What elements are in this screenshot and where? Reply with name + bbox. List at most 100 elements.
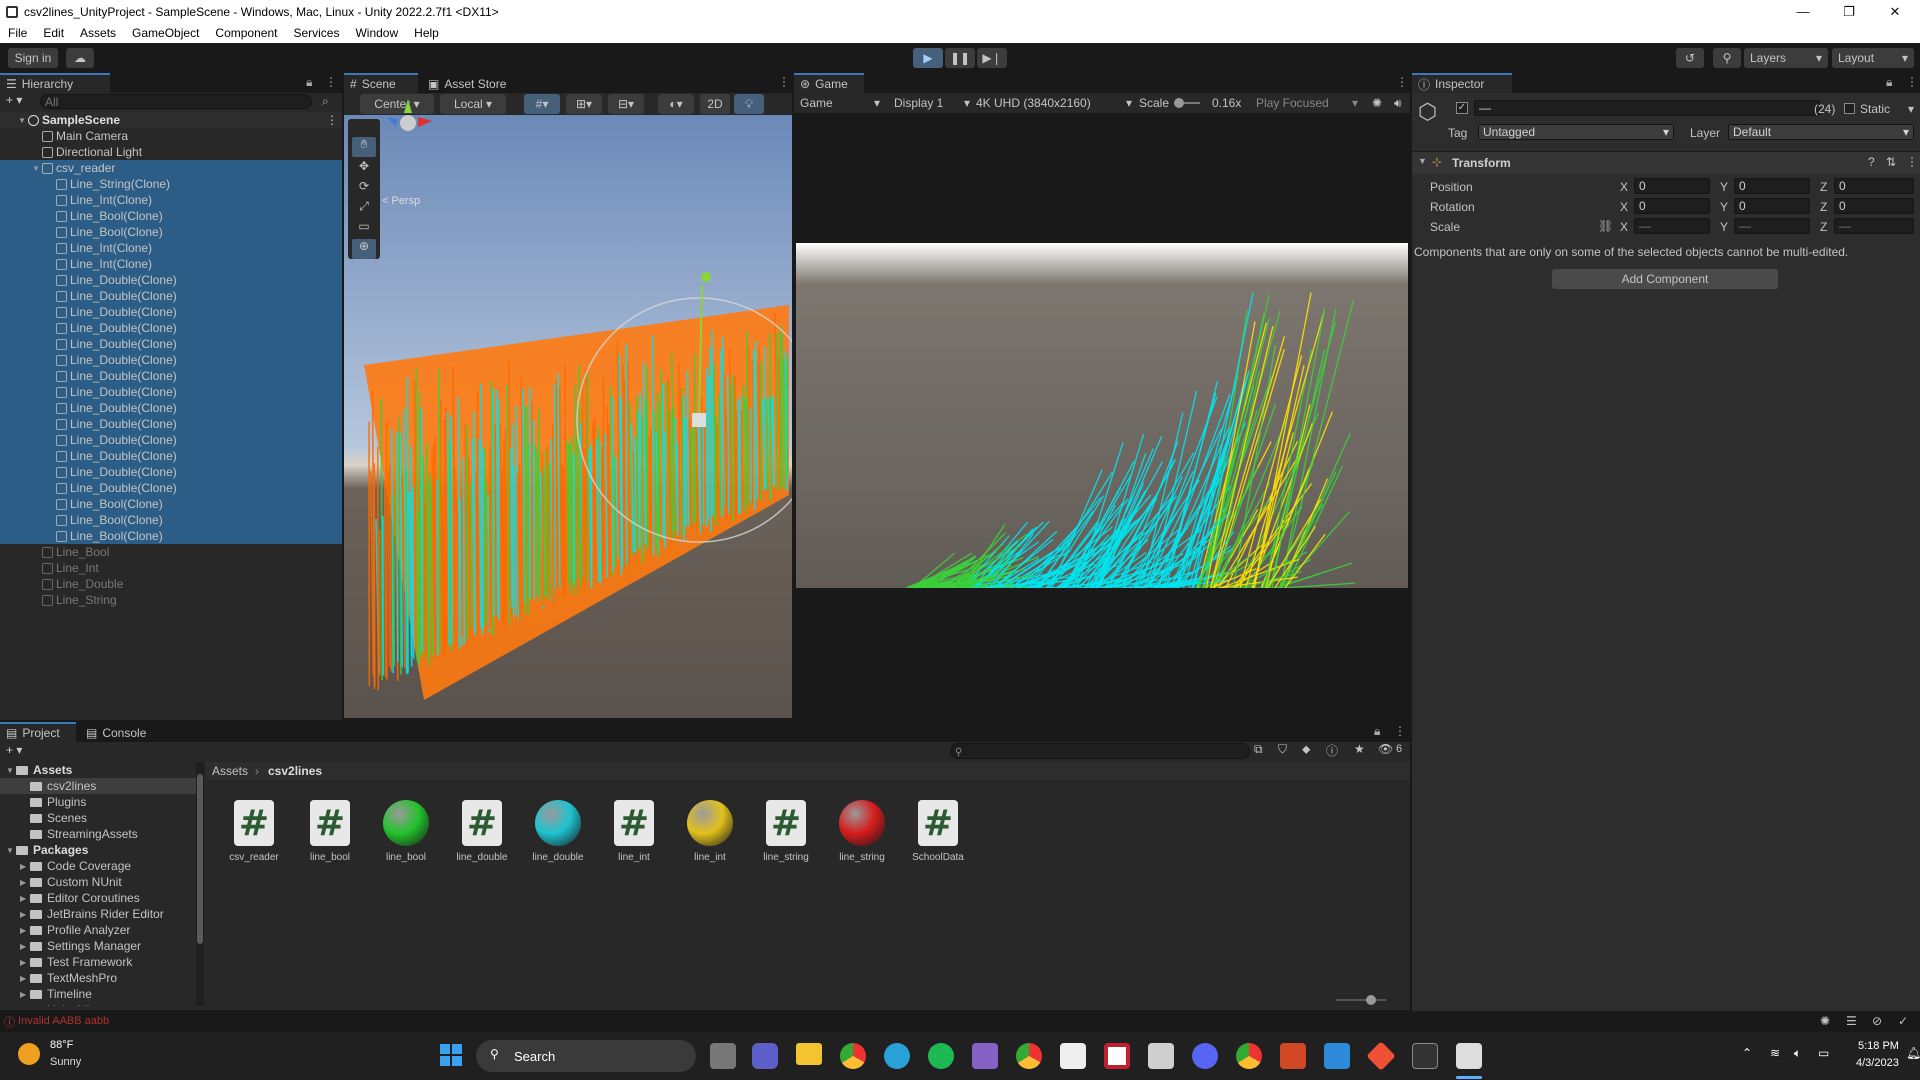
scale-slider[interactable] [1174,98,1200,108]
hierarchy-item[interactable]: Line_Int(Clone) [0,192,342,208]
project-tree-item[interactable]: Plugins [0,794,196,810]
project-tree-item[interactable]: ▶ Custom NUnit [0,874,196,890]
task-view-icon[interactable] [710,1043,736,1069]
add-icon[interactable]: + ▾ [6,743,22,757]
chrome-alt-icon[interactable] [1236,1043,1262,1069]
file-explorer-icon[interactable] [796,1043,822,1065]
kebab-menu-icon[interactable]: ⋮ [325,75,337,89]
hierarchy-item[interactable]: ▼ SampleScene ⋮ [0,112,342,128]
add-icon[interactable]: + ▾ [6,93,22,107]
unity-editor-icon[interactable] [1456,1043,1482,1069]
hierarchy-item[interactable]: Line_Double(Clone) [0,352,342,368]
info-icon[interactable]: ⓘ [1326,742,1338,759]
hierarchy-item[interactable]: Line_Bool(Clone) [0,224,342,240]
history-icon[interactable]: ↺ [1676,48,1704,68]
hierarchy-item[interactable]: Line_Double(Clone) [0,400,342,416]
hierarchy-item[interactable]: Directional Light [0,144,342,160]
rotation-z-field[interactable]: 0 [1834,198,1914,214]
perspective-label[interactable]: < Persp [382,195,420,207]
spotify-icon[interactable] [928,1043,954,1069]
expand-arrow-icon[interactable]: ▶ [20,958,30,967]
tree-scrollbar[interactable] [196,762,204,1006]
chrome-profile-icon[interactable] [1016,1043,1042,1069]
name-field[interactable]: — [1474,100,1820,116]
project-tree-item[interactable]: ▶ JetBrains Rider Editor [0,906,196,922]
project-tree-item[interactable]: ▶ Code Coverage [0,858,196,874]
menu-help[interactable]: Help [406,26,447,40]
display-dropdown[interactable]: Display 1 ▾ [894,96,970,110]
tab-game[interactable]: ⊛ Game [794,73,864,93]
csharp-script-icon[interactable]: # [614,800,654,846]
hierarchy-item[interactable]: Line_Bool(Clone) [0,512,342,528]
space-dropdown[interactable]: Local ▾ [440,94,506,114]
tab-asset-store[interactable]: ▣ Asset Store [422,73,518,93]
play-focused-dropdown[interactable]: Play Focused ▾ [1256,96,1358,110]
snap-icon[interactable]: ⊟▾ [608,94,644,114]
breadcrumb-assets[interactable]: Assets [212,764,248,778]
hierarchy-item[interactable]: Line_Double(Clone) [0,368,342,384]
game-view-dropdown[interactable]: Game ▾ [800,96,880,110]
hierarchy-item[interactable]: Line_Double(Clone) [0,432,342,448]
cloud-icon[interactable]: ☁ [66,48,94,68]
lock-icon[interactable]: 🔒︎ [1886,75,1892,90]
hidden-packages-icon[interactable]: 👁︎ [1378,742,1393,756]
menu-services[interactable]: Services [285,26,347,40]
maximize-button[interactable]: ❐ [1826,0,1872,23]
scale-slider-thumb[interactable] [1174,98,1184,108]
project-tree-item[interactable]: StreamingAssets [0,826,196,842]
expand-arrow-icon[interactable]: ▶ [20,878,30,887]
constrain-proportions-icon[interactable]: ⛓︎ [1598,219,1613,233]
visual-studio-icon[interactable] [972,1043,998,1069]
chevron-down-icon[interactable]: ▾ [1908,102,1914,116]
project-tree-item[interactable]: ▶ Settings Manager [0,938,196,954]
position-z-field[interactable]: 0 [1834,178,1914,194]
hierarchy-item[interactable]: Line_String(Clone) [0,176,342,192]
clock-date[interactable]: 4/3/2023 [1856,1057,1899,1069]
pause-button[interactable]: ❚❚ [945,48,975,68]
tab-scene[interactable]: # Scene [344,73,418,93]
expand-arrow-icon[interactable]: ▶ [20,910,30,919]
kebab-menu-icon[interactable]: ⋮ [778,75,790,89]
volume-icon[interactable]: 🔈︎ [1794,1046,1801,1061]
hierarchy-item[interactable]: Line_Int(Clone) [0,240,342,256]
kebab-menu-icon[interactable]: ⋮ [1906,155,1918,169]
project-tree-item[interactable]: ▶ Timeline [0,986,196,1002]
expand-arrow-icon[interactable]: ▼ [6,766,16,775]
preset-icon[interactable]: ⇅ [1886,155,1896,169]
hierarchy-item[interactable]: Main Camera [0,128,342,144]
breadcrumb-csv2lines[interactable]: csv2lines [268,764,322,778]
tab-inspector[interactable]: ⓘ Inspector [1412,73,1512,93]
project-tree-item[interactable]: ▶ TextMeshPro [0,970,196,986]
hierarchy-item[interactable]: Line_Double [0,576,342,592]
menu-assets[interactable]: Assets [72,26,124,40]
add-component-button[interactable]: Add Component [1552,269,1778,289]
material-sphere-icon[interactable] [839,800,885,846]
project-tree-item[interactable]: ▼ Packages [0,842,196,858]
search-filter-icon[interactable]: ⌕ [322,94,329,109]
scene-view[interactable]: Center ▾ Local ▾ #▾ ⊞▾ ⊟▾ ◐▾ 2D 💡︎ ✋︎ ✥ [344,93,792,718]
stats-icon[interactable]: ✺ [1372,96,1382,110]
minimize-button[interactable]: — [1780,0,1826,23]
start-windows-icon[interactable] [440,1044,462,1066]
hierarchy-item[interactable]: Line_Double(Clone) [0,336,342,352]
scene-gizmo[interactable] [384,99,432,147]
csharp-script-icon[interactable]: # [766,800,806,846]
layer-dropdown[interactable]: Default ▾ [1728,124,1914,140]
project-tree-item[interactable]: ▶ Test Framework [0,954,196,970]
mode-2d-toggle[interactable]: 2D [700,94,730,114]
discord-icon[interactable] [1192,1043,1218,1069]
kebab-menu-icon[interactable]: ⋮ [1396,75,1408,89]
unity-hub-icon[interactable] [1148,1043,1174,1069]
status-error-text[interactable]: Invalid AABB aabb [18,1015,109,1027]
expand-arrow-icon[interactable]: ▼ [18,116,28,125]
hierarchy-item[interactable]: Line_Double(Clone) [0,448,342,464]
project-search-input[interactable]: ⚲ [950,743,1250,759]
weather-desc[interactable]: Sunny [50,1056,81,1068]
chevron-up-icon[interactable]: ⌃ [1742,1046,1752,1060]
search-by-type-icon[interactable]: ⧉ [1254,742,1263,757]
resolution-dropdown[interactable]: 4K UHD (3840x2160) ▾ [976,96,1132,110]
material-sphere-icon[interactable] [687,800,733,846]
material-sphere-icon[interactable] [535,800,581,846]
expand-arrow-icon[interactable]: ▼ [6,846,16,855]
tree-scrollbar-thumb[interactable] [197,774,203,944]
